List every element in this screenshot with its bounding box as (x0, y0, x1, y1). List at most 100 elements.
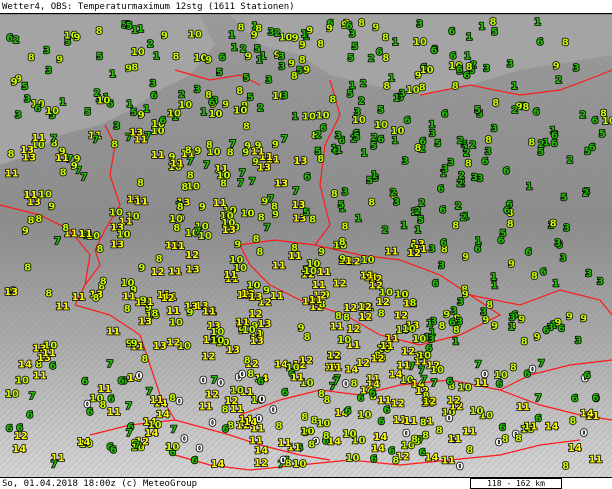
station-value: 13 (226, 345, 240, 356)
station-value: 3 (342, 187, 349, 198)
station-value: 5 (347, 53, 354, 64)
station-value: 1 (464, 51, 471, 62)
station-value: 12 (423, 396, 437, 407)
station-value: 6 (81, 377, 88, 388)
station-value: 10 (210, 336, 224, 347)
scale-label: 118 - 162 km (487, 479, 545, 488)
station-value: 1 (349, 81, 356, 92)
station-value: 1 (335, 145, 342, 156)
station-value: 10 (209, 109, 223, 120)
station-value: 6 (450, 51, 457, 62)
station-value: 11 (32, 133, 46, 144)
station-value: 3 (15, 110, 22, 121)
station-value: 1 (392, 136, 399, 147)
station-value: 2 (457, 136, 464, 147)
station-value: 6 (439, 205, 446, 216)
station-value: 3 (45, 66, 52, 77)
station-value: 8 (156, 254, 163, 265)
station-value: 9 (299, 40, 306, 51)
station-value: 8 (244, 356, 251, 367)
station-value: 1 (393, 93, 400, 104)
station-value: 9 (222, 99, 229, 110)
station-value: 5 (599, 129, 606, 140)
station-value: 11 (377, 396, 391, 407)
map-title: Wetter4, OBS: Temperaturmaximum 12stg (1… (0, 0, 612, 14)
station-value: 10 (316, 111, 330, 122)
station-value: 0 (529, 364, 536, 375)
station-value: 10 (45, 106, 59, 117)
station-value: 8 (415, 143, 422, 154)
station-value: 3 (279, 61, 286, 72)
station-value: 0 (580, 428, 587, 439)
station-value: 11 (24, 190, 38, 201)
station-value: 0 (456, 462, 463, 473)
station-value: 14 (244, 417, 258, 428)
station-value: 8 (35, 214, 42, 225)
station-value: 12 (205, 390, 219, 401)
station-value: 8 (335, 311, 342, 322)
station-value: 8 (329, 95, 336, 106)
station-value: 8 (485, 135, 492, 146)
station-value: 9 (187, 307, 194, 318)
station-value: 8 (236, 86, 243, 97)
station-value: 8 (317, 39, 324, 50)
station-value: 8 (378, 309, 385, 320)
station-value: 10 (316, 419, 330, 430)
station-value: 6 (118, 376, 125, 387)
station-value: 2 (582, 188, 589, 199)
station-value: 1 (388, 73, 395, 84)
station-value: 7 (107, 359, 114, 370)
station-value: 6 (377, 134, 384, 145)
station-value: 7 (92, 135, 99, 146)
station-value: 8 (502, 434, 509, 445)
station-value: 13 (138, 316, 152, 327)
station-value: 8 (28, 52, 35, 63)
station-value: 0 (196, 443, 203, 454)
station-value: 14 (371, 443, 385, 454)
station-value: 11 (403, 416, 417, 427)
station-value: 0 (200, 376, 207, 387)
station-value: 8 (28, 215, 35, 226)
station-value: 1 (428, 119, 435, 130)
station-value: 1 (526, 181, 533, 192)
station-value: 8 (256, 247, 263, 258)
station-value: 7 (29, 391, 36, 402)
station-value: 8 (343, 312, 350, 323)
station-value: 12 (358, 312, 372, 323)
station-value: 11 (98, 384, 112, 395)
observation-map[interactable]: 1112111161201011201093117311582651109639… (0, 15, 612, 477)
station-value: 3 (402, 156, 409, 167)
station-value: 10 (169, 318, 183, 329)
station-value: 6 (504, 206, 511, 217)
station-value: 13 (110, 240, 124, 251)
station-value: 8 (452, 81, 459, 92)
station-value: 9 (462, 252, 469, 263)
station-value: 9 (534, 332, 541, 343)
station-value: 12 (347, 324, 361, 335)
station-value: 2 (511, 105, 518, 116)
station-value: 12 (151, 267, 165, 278)
station-value: 3 (150, 78, 157, 89)
station-value: 2 (358, 96, 365, 107)
station-value: 8 (531, 271, 538, 282)
station-value: 0 (209, 418, 216, 429)
station-value: 8 (392, 456, 399, 467)
station-value: 3 (491, 123, 498, 134)
station-value: 11 (312, 280, 326, 291)
station-value: 7 (125, 401, 132, 412)
station-value: 8 (411, 435, 418, 446)
station-value: 6 (219, 52, 226, 63)
station-value: 0 (136, 371, 143, 382)
station-value: 1 (292, 112, 299, 123)
station-value: 6 (499, 423, 506, 434)
station-value: 6 (404, 116, 411, 127)
station-value: 8 (45, 289, 52, 300)
station-value: 8 (177, 202, 184, 213)
station-value: 10 (413, 37, 427, 48)
station-value: 10 (169, 214, 183, 225)
station-value: 6 (6, 33, 13, 44)
station-value: 14 (156, 409, 170, 420)
station-value: 14 (545, 421, 559, 432)
station-value: 8 (436, 426, 443, 437)
station-value: 3 (354, 107, 361, 118)
